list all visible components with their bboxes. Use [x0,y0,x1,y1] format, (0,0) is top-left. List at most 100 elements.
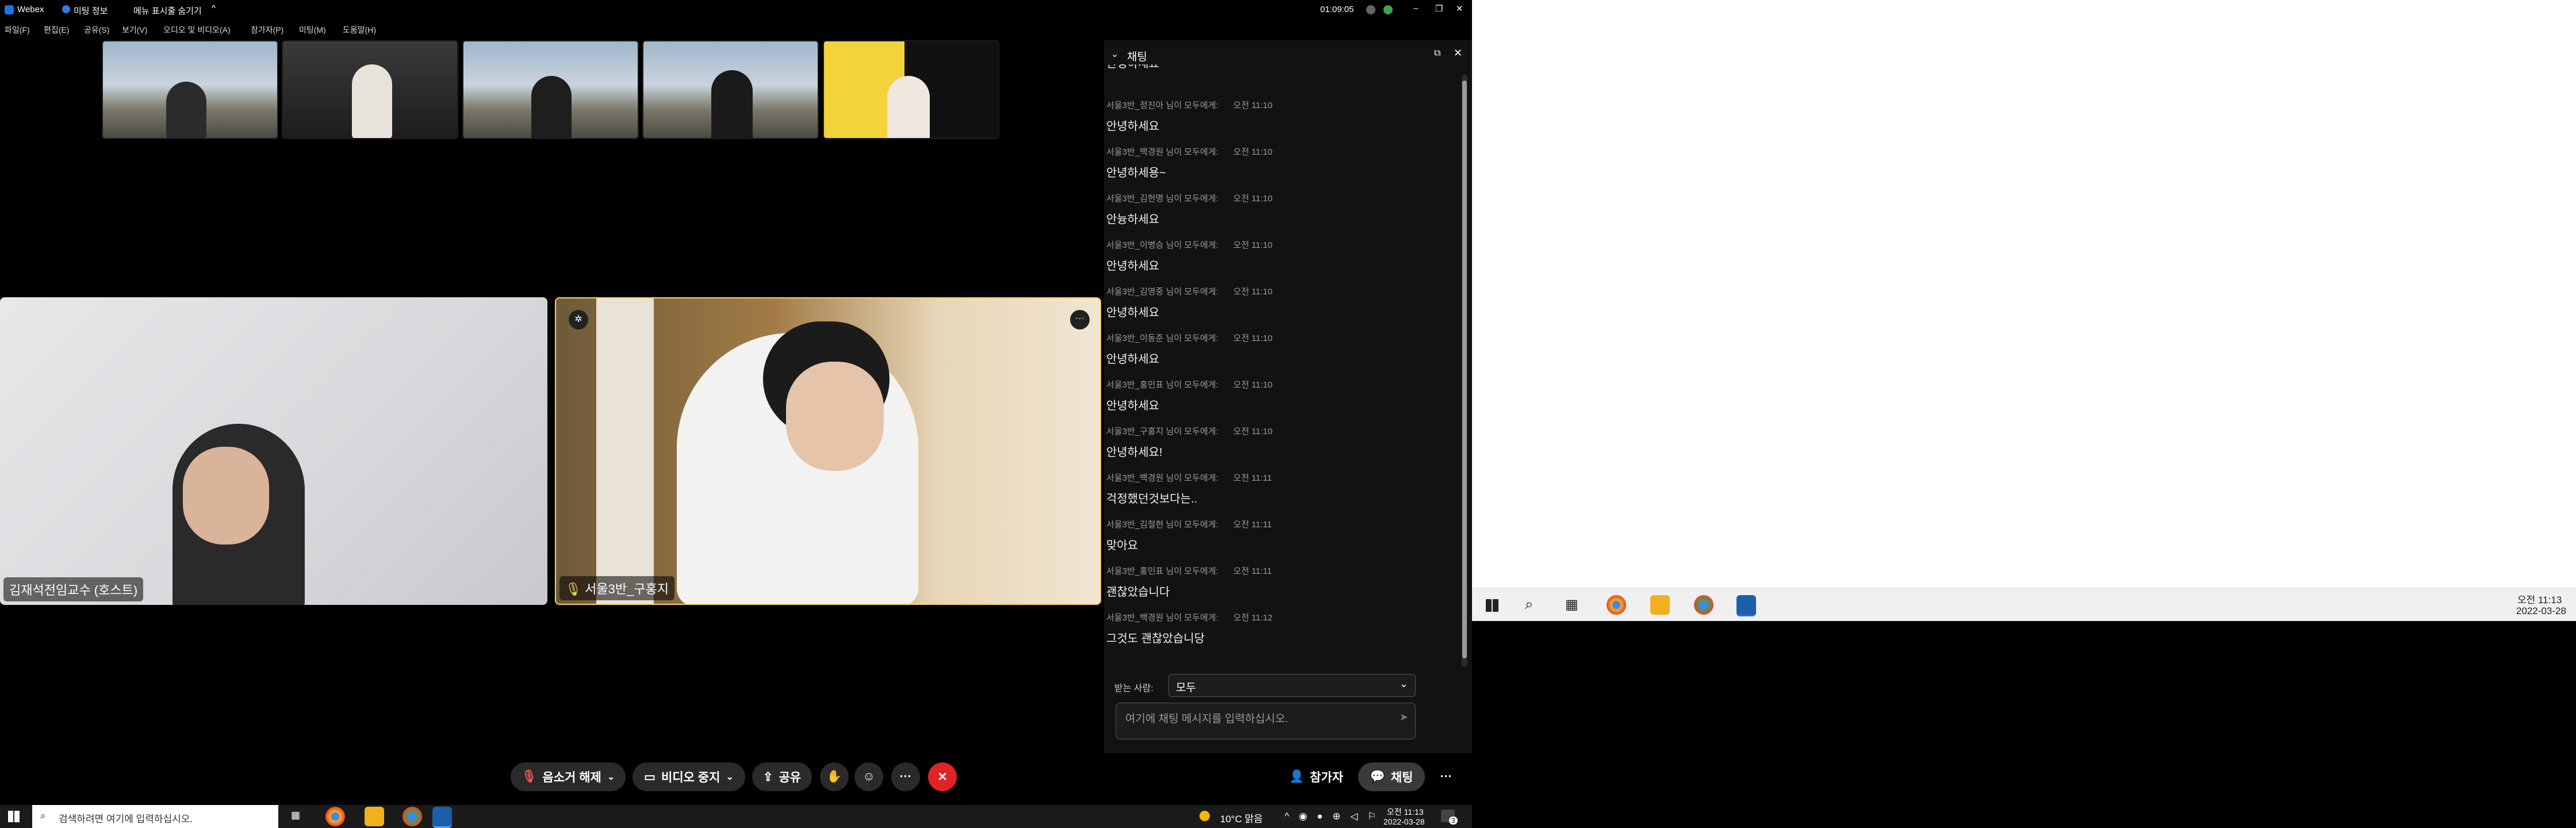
system-tray-icons[interactable]: ^ ◉ ● ⊕ ◁ ⚐ [1285,811,1379,822]
menu-file[interactable]: 파일(F) [5,24,30,36]
restore-icon[interactable]: ❐ [1435,3,1443,14]
menu-edit[interactable]: 편집(E) [44,24,69,36]
file-explorer-icon[interactable] [365,807,384,826]
chat-message: 서울3반_김현명 님이 모두에게: 오전 11:10 안늉하세요 [1106,192,1451,227]
menu-share[interactable]: 공유(S) [84,24,109,36]
share-button[interactable]: ⇪ 공유 [752,762,812,791]
reactions-button[interactable]: ☺ [854,762,883,791]
muted-mic-icon: 🎙 [521,770,537,783]
participant-video-figure [887,76,930,138]
popout-icon[interactable]: ⧉ [1434,48,1440,59]
task-view-icon[interactable]: ▦ [291,810,300,821]
participant-face [786,362,884,471]
chat-timestamp: 오전 11:10 [1233,101,1272,110]
chat-message-text: 안녕하세요 [1106,353,1159,366]
chat-message-meta: 서울3반_이병승 님이 모두에게: 오전 11:10 [1106,239,1451,251]
windows-start-icon[interactable] [8,811,20,822]
menu-meeting[interactable]: 미팅(M) [299,24,326,36]
meeting-info-button[interactable]: 미팅 정보 [74,5,108,17]
mic-active-icon[interactable]: ✲ [569,310,588,329]
settings-icon[interactable] [1366,5,1375,14]
chat-message-text: 맞아요 [1106,539,1138,552]
chat-message: 서울3반_홍민표 님이 모두에게: 오전 11:11 괜찮았습니다 [1106,565,1451,599]
shield-icon[interactable] [62,5,70,13]
taskbar-clock-time[interactable]: 오전 11:13 [1387,806,1424,818]
close-icon[interactable]: ✕ [1456,3,1463,14]
chrome-profile-icon[interactable] [1694,595,1713,615]
minimize-icon[interactable]: – [1413,3,1418,13]
participant-thumbnail[interactable] [102,40,278,139]
taskbar-clock-time[interactable]: 오전 11:13 [2517,592,2562,606]
menu-view[interactable]: 보기(V) [122,24,147,36]
search-icon: ⌕ [40,810,46,821]
chat-label: 채팅 [1390,771,1413,784]
more-panels-button[interactable]: ··· [1432,762,1460,791]
chat-message-text: 안늉하세요 [1106,213,1159,226]
chat-message-text: 안녕하세요 [1106,260,1159,273]
weather-sun-icon [1199,811,1210,821]
chat-message-meta: 서울3반_구홍지 님이 모두에게: 오전 11:10 [1106,425,1451,437]
scrollbar-thumb[interactable] [1462,80,1467,658]
stop-video-button[interactable]: ▭ 비디오 중지 ⌄ [632,762,745,791]
chevron-down-icon[interactable]: ⌄ [1111,48,1118,60]
status-icon[interactable] [1383,5,1393,14]
chrome-icon[interactable] [325,807,345,826]
chat-sender: 서울3반_김현명 님이 모두에게: [1106,194,1218,204]
participant-thumbnail[interactable] [642,40,819,139]
chat-message: 서울3반_정진아 님이 모두에게: 오전 11:10 안녕하세요 [1106,99,1451,133]
chat-message-list[interactable]: 안녕하세요 서울3반_정진아 님이 모두에게:오전 11:10안녕하세요서울3반… [1104,64,1460,651]
hide-menu-button[interactable]: 메뉴 표시줄 숨기기 [133,5,202,17]
menu-help[interactable]: 도움말(H) [343,24,376,36]
unmute-button[interactable]: 🎙 음소거 해제 ⌄ [511,762,626,791]
video-camera-icon: ▭ [644,770,656,784]
webex-window: Webex 미팅 정보 메뉴 표시줄 숨기기 ^ 01:09:05 – ❐ ✕ … [0,0,1472,805]
participant-thumbnail[interactable] [823,40,999,139]
stop-video-label: 비디오 중지 [661,771,720,784]
chat-input-box[interactable]: 여기에 채팅 메시지를 입력하십시오. ➤ [1116,703,1416,739]
webex-app-icon[interactable] [1736,595,1756,616]
file-explorer-icon[interactable] [1650,595,1670,615]
windows-start-icon[interactable] [1486,599,1498,612]
chat-message: 서울3반_백경원 님이 모두에게: 오전 11:10 안녕하세용~ [1106,145,1451,180]
raise-hand-icon: ✋ [826,770,842,783]
smiley-icon: ☺ [862,770,875,783]
video-tile-active-speaker[interactable]: ✲ ··· 🎙 서울3반_구홍지 [555,297,1101,605]
raise-hand-button[interactable]: ✋ [820,762,849,791]
chat-message: 서울3반_백경원 님이 모두에게: 오전 11:12 그것도 괜찮았습니당 [1106,611,1451,646]
video-tile-host[interactable]: 김재석전임교수 (호스트) [0,297,547,605]
chat-bubble-icon: 💬 [1370,770,1385,783]
menu-participants[interactable]: 참가자(P) [251,24,283,36]
more-options-icon[interactable]: ··· [1070,310,1090,329]
participant-face [183,447,269,545]
task-view-icon[interactable]: ▦ [1565,596,1578,613]
participants-button[interactable]: 👤 참가자 [1281,762,1351,791]
chrome-icon[interactable] [1607,595,1626,615]
chevron-up-icon[interactable]: ^ [212,3,216,13]
taskbar-clock-date[interactable]: 2022-03-28 [2516,605,2566,617]
more-options-button[interactable]: ··· [891,762,920,791]
chrome-profile-icon[interactable] [402,807,422,826]
chat-scrollbar[interactable] [1462,75,1467,667]
taskbar-clock-date[interactable]: 2022-03-28 [1383,817,1425,826]
menu-audio-video[interactable]: 오디오 및 비디오(A) [163,24,231,36]
participant-thumbnail[interactable] [462,40,639,139]
microphone-icon: 🎙 [565,582,581,596]
taskbar: ⌕ 검색하려면 여기에 입력하십시오. ▦ 10°C 맑음 ^ ◉ ● ⊕ ◁ … [0,805,1472,828]
webex-app-icon[interactable] [432,807,452,828]
weather-text[interactable]: 10°C 맑음 [1220,811,1263,825]
taskbar-search-box[interactable]: ⌕ 검색하려면 여기에 입력하십시오. [32,805,278,828]
chat-timestamp: 오전 11:11 [1233,473,1272,483]
chevron-down-icon[interactable]: ⌄ [726,771,733,783]
second-monitor-desktop [1472,0,2576,621]
search-icon[interactable]: ⌕ [1525,595,1534,614]
chevron-down-icon[interactable]: ⌄ [607,771,615,783]
chevron-down-icon: ⌄ [1399,678,1408,689]
participant-thumbnail[interactable] [282,40,458,139]
chat-button[interactable]: 💬 채팅 [1358,762,1425,791]
leave-meeting-button[interactable]: ✕ [928,762,957,791]
recipient-select[interactable]: 모두 ⌄ [1168,674,1416,697]
close-icon[interactable]: ✕ [1454,47,1462,59]
chat-message-meta: 서울3반_정진아 님이 모두에게: 오전 11:10 [1106,99,1451,111]
chat-message-meta: 서울3반_김철현 님이 모두에게: 오전 11:11 [1106,518,1451,530]
send-icon[interactable]: ➤ [1400,711,1408,723]
